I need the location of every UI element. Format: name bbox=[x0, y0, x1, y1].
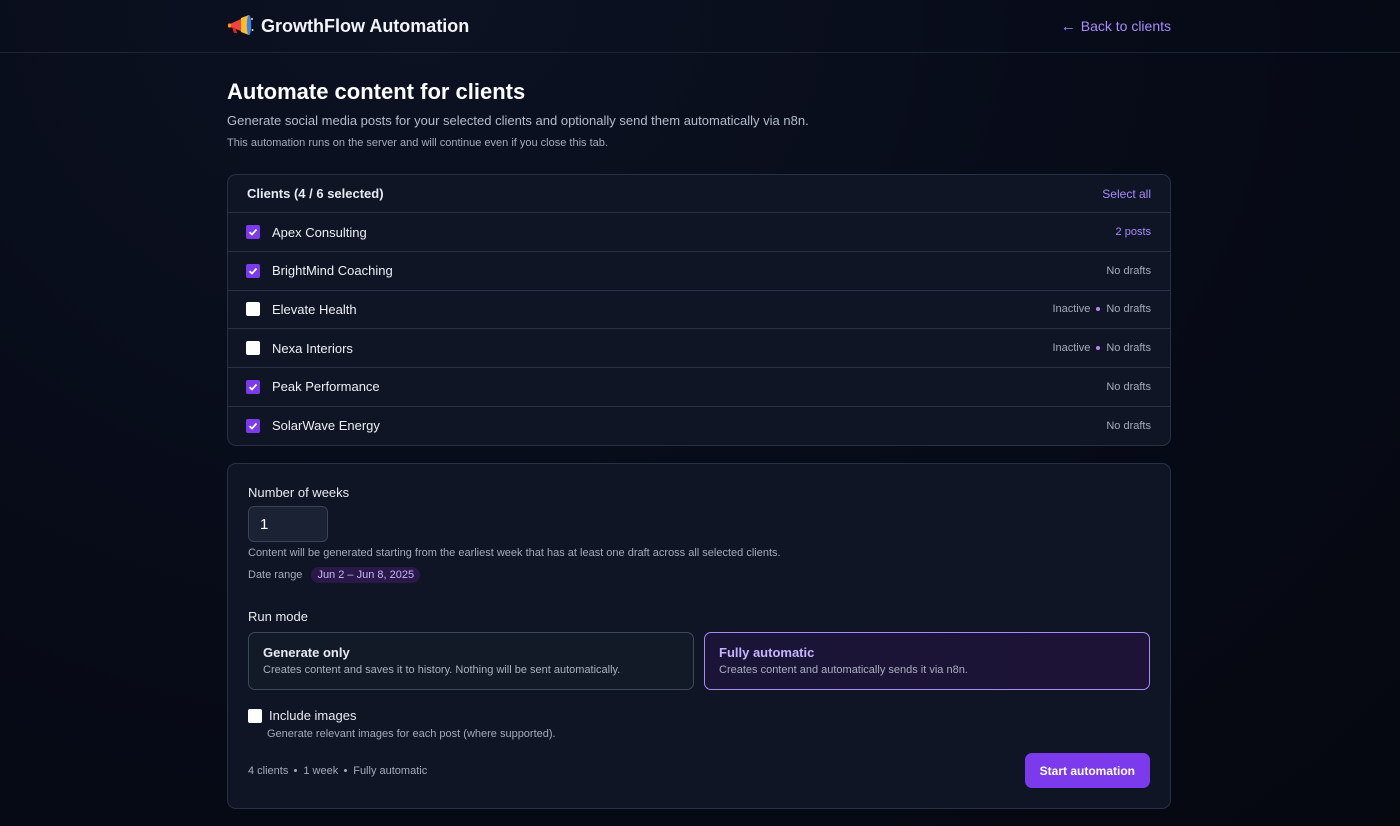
mode-title: Generate only bbox=[263, 645, 350, 661]
top-bar-inner: GrowthFlow Automation ← Back to clients bbox=[227, 0, 1171, 52]
client-drafts-status: No drafts bbox=[1106, 419, 1151, 432]
client-row[interactable]: Peak Performance No drafts bbox=[228, 368, 1170, 407]
client-checkbox[interactable] bbox=[246, 418, 260, 433]
client-checkbox[interactable] bbox=[246, 225, 260, 240]
weeks-input[interactable]: 1 bbox=[248, 506, 328, 543]
separator-dot bbox=[1096, 346, 1101, 351]
app-title: GrowthFlow Automation bbox=[261, 15, 470, 36]
weeks-label: Number of weeks bbox=[248, 485, 350, 501]
client-meta: Inactive No drafts bbox=[1052, 342, 1151, 354]
client-meta: Inactive No drafts bbox=[1052, 303, 1151, 315]
client-name: Apex Consulting bbox=[272, 224, 367, 240]
client-meta: 2 posts bbox=[1116, 226, 1151, 238]
settings-card: Number of weeks 1 Content will be genera… bbox=[227, 463, 1171, 810]
client-checkbox[interactable] bbox=[246, 341, 260, 356]
client-name: Nexa Interiors bbox=[272, 340, 353, 356]
clients-card: Clients (4 / 6 selected) Select all Apex… bbox=[227, 174, 1171, 447]
arrow-left-icon: ← bbox=[1060, 17, 1076, 35]
separator-dot bbox=[344, 769, 348, 773]
run-summary: 4 clients 1 week Fully automatic bbox=[248, 765, 427, 777]
summary-weeks: 1 week bbox=[303, 764, 339, 777]
client-row-left: Peak Performance bbox=[246, 379, 380, 394]
client-name: Peak Performance bbox=[272, 379, 380, 395]
client-row[interactable]: Nexa Interiors Inactive No drafts bbox=[228, 329, 1170, 368]
client-meta: No drafts bbox=[1106, 420, 1151, 432]
back-to-clients-link[interactable]: ← Back to clients bbox=[1061, 18, 1171, 35]
mode-title: Fully automatic bbox=[719, 645, 815, 661]
client-status: Inactive bbox=[1052, 342, 1091, 355]
include-images-checkbox[interactable] bbox=[248, 708, 262, 723]
date-range-badge: Jun 2 – Jun 8, 2025 bbox=[311, 567, 421, 584]
client-checkbox[interactable] bbox=[246, 302, 260, 317]
main-content: Automate content for clients Generate so… bbox=[227, 53, 1171, 810]
date-range-label: Date range bbox=[248, 569, 303, 582]
client-drafts-status: No drafts bbox=[1106, 264, 1151, 277]
start-automation-button[interactable]: Start automation bbox=[1024, 753, 1150, 789]
megaphone-icon bbox=[227, 14, 254, 38]
include-images-label: Include images bbox=[269, 708, 357, 724]
weeks-hint: Content will be generated starting from … bbox=[248, 547, 781, 560]
select-all-button[interactable]: Select all bbox=[1102, 187, 1151, 201]
client-drafts-status: No drafts bbox=[1106, 380, 1151, 393]
include-images-row[interactable]: Include images bbox=[248, 708, 1150, 723]
client-list: Apex Consulting 2 posts BrightMind Coachin… bbox=[228, 213, 1170, 445]
include-images-hint: Generate relevant images for each post (… bbox=[267, 728, 556, 741]
client-row-left: BrightMind Coaching bbox=[246, 263, 393, 278]
client-row-left: Elevate Health bbox=[246, 302, 357, 317]
client-drafts-status: No drafts bbox=[1106, 303, 1151, 316]
back-to-clients-label: Back to clients bbox=[1080, 18, 1171, 34]
brand: GrowthFlow Automation bbox=[227, 14, 469, 38]
separator-dot bbox=[1096, 307, 1101, 312]
client-meta: No drafts bbox=[1106, 265, 1151, 277]
client-name: BrightMind Coaching bbox=[272, 263, 393, 279]
client-row[interactable]: Apex Consulting 2 posts bbox=[228, 213, 1170, 252]
clients-header: Clients (4 / 6 selected) Select all bbox=[228, 175, 1170, 214]
top-bar: GrowthFlow Automation ← Back to clients bbox=[0, 0, 1400, 53]
separator-dot bbox=[294, 769, 298, 773]
client-meta: No drafts bbox=[1106, 381, 1151, 393]
client-drafts-status: No drafts bbox=[1106, 342, 1151, 355]
mode-fully-automatic[interactable]: Fully automatic Creates content and auto… bbox=[704, 632, 1150, 691]
client-drafts-status: 2 posts bbox=[1115, 226, 1151, 239]
mode-description: Creates content and saves it to history.… bbox=[263, 664, 621, 677]
client-row[interactable]: SolarWave Energy No drafts bbox=[228, 407, 1170, 446]
run-mode-label: Run mode bbox=[248, 609, 308, 625]
run-mode-options: Generate only Creates content and saves … bbox=[248, 632, 1150, 691]
client-row[interactable]: Elevate Health Inactive No drafts bbox=[228, 291, 1170, 330]
mode-generate-only[interactable]: Generate only Creates content and saves … bbox=[248, 632, 694, 691]
settings-footer: 4 clients 1 week Fully automatic Start a… bbox=[248, 753, 1150, 789]
summary-clients: 4 clients bbox=[248, 764, 289, 777]
client-row-left: Apex Consulting bbox=[246, 225, 367, 240]
client-name: SolarWave Energy bbox=[272, 418, 380, 434]
client-row-left: Nexa Interiors bbox=[246, 341, 353, 356]
mode-description: Creates content and automatically sends … bbox=[719, 664, 968, 677]
page-note: This automation runs on the server and w… bbox=[227, 137, 608, 150]
client-checkbox[interactable] bbox=[246, 379, 260, 394]
summary-mode: Fully automatic bbox=[353, 764, 428, 777]
client-status: Inactive bbox=[1052, 303, 1091, 316]
client-name: Elevate Health bbox=[272, 301, 357, 317]
page-title: Automate content for clients bbox=[227, 79, 526, 104]
client-row[interactable]: BrightMind Coaching No drafts bbox=[228, 252, 1170, 291]
page-subtitle: Generate social media posts for your sel… bbox=[227, 113, 809, 129]
client-checkbox[interactable] bbox=[246, 263, 260, 278]
date-range-row: Date range Jun 2 – Jun 8, 2025 bbox=[248, 567, 1150, 584]
client-row-left: SolarWave Energy bbox=[246, 418, 380, 433]
clients-heading: Clients (4 / 6 selected) bbox=[247, 186, 384, 202]
